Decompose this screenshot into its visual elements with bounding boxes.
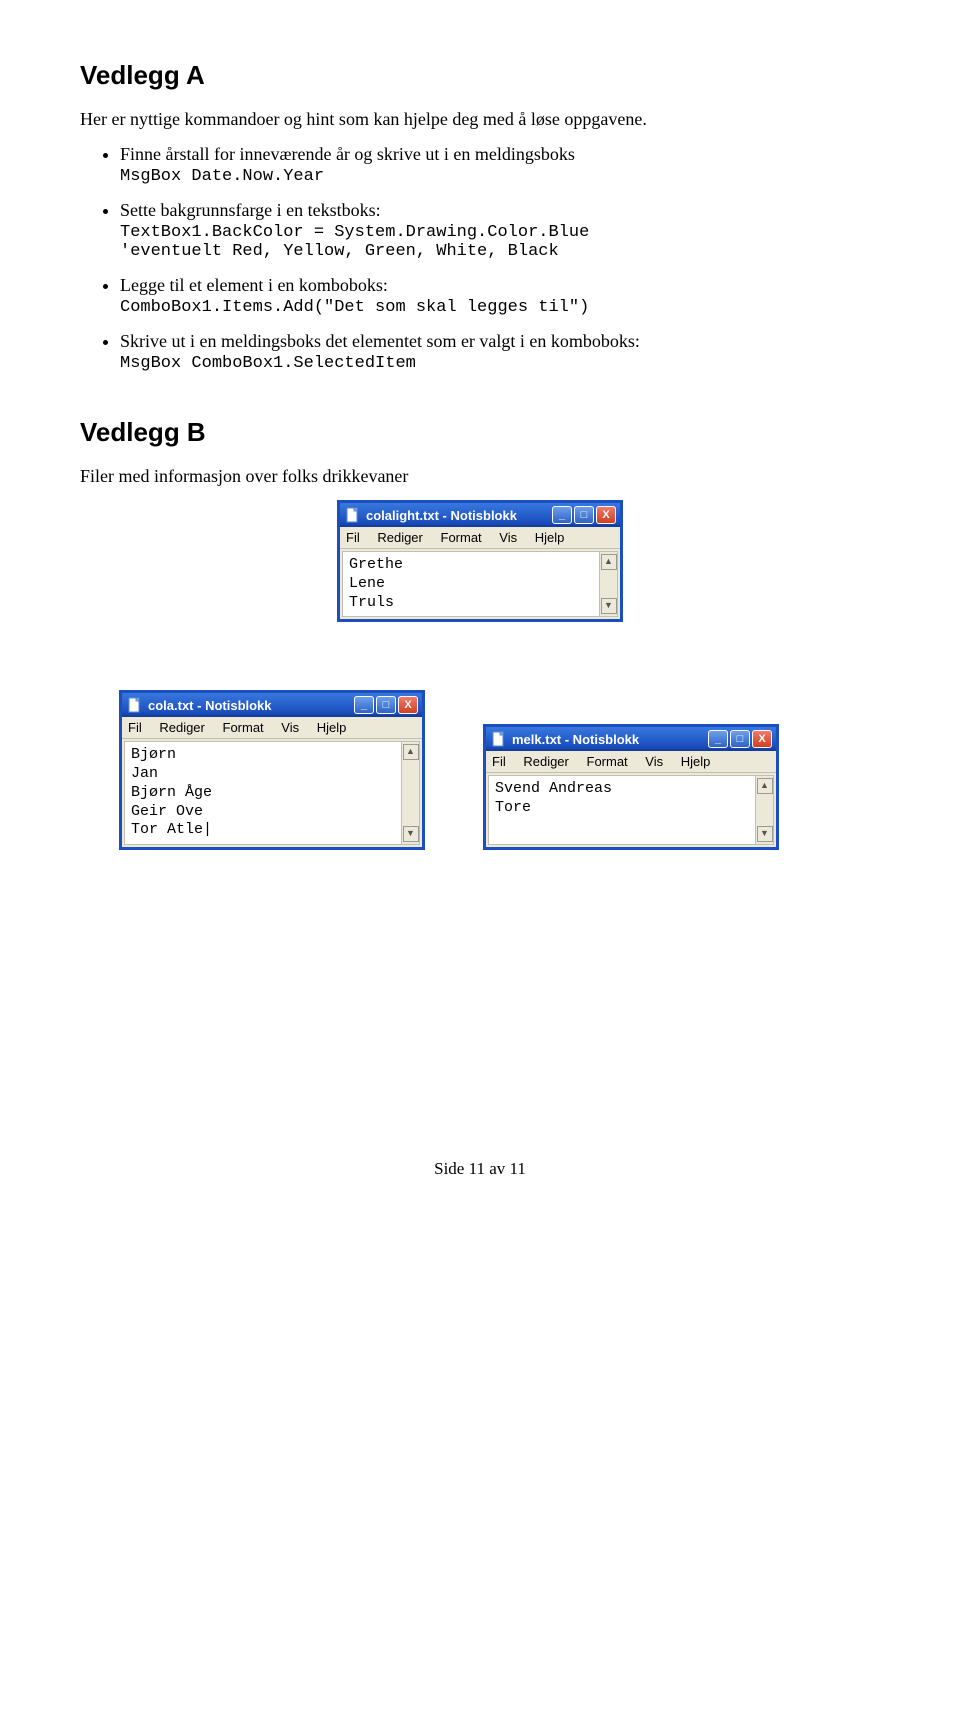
menubar[interactable]: Fil Rediger Format Vis Hjelp bbox=[486, 751, 776, 773]
menu-hjelp[interactable]: Hjelp bbox=[535, 530, 565, 545]
page: Vedlegg A Her er nyttige kommandoer og h… bbox=[0, 0, 960, 1219]
menu-format[interactable]: Format bbox=[441, 530, 482, 545]
editor-body: Svend Andreas Tore ▲ ▼ bbox=[488, 775, 774, 845]
hint-code: TextBox1.BackColor = System.Drawing.Colo… bbox=[120, 223, 880, 261]
hint-text: Skrive ut i en meldingsboks det elemente… bbox=[120, 331, 640, 351]
vedlegg-a-title: Vedlegg A bbox=[80, 60, 880, 91]
hint-text: Sette bakgrunnsfarge i en tekstboks: bbox=[120, 200, 381, 220]
hint-code: MsgBox ComboBox1.SelectedItem bbox=[120, 354, 880, 373]
editor-text[interactable]: Svend Andreas Tore bbox=[489, 776, 755, 844]
scrollbar[interactable]: ▲ ▼ bbox=[599, 552, 617, 616]
window-buttons: _ □ X bbox=[354, 696, 418, 714]
list-item: Finne årstall for inneværende år og skri… bbox=[120, 144, 880, 186]
figures: colalight.txt - Notisblokk _ □ X Fil Red… bbox=[80, 501, 880, 849]
window-title: colalight.txt - Notisblokk bbox=[366, 508, 546, 523]
hint-text: Legge til et element i en komboboks: bbox=[120, 275, 388, 295]
scroll-up-icon[interactable]: ▲ bbox=[757, 778, 773, 794]
page-footer: Side 11 av 11 bbox=[80, 1159, 880, 1179]
menu-hjelp[interactable]: Hjelp bbox=[681, 754, 711, 769]
hint-code: MsgBox Date.Now.Year bbox=[120, 167, 880, 186]
menubar[interactable]: Fil Rediger Format Vis Hjelp bbox=[340, 527, 620, 549]
menu-format[interactable]: Format bbox=[587, 754, 628, 769]
menu-rediger[interactable]: Rediger bbox=[523, 754, 569, 769]
menu-vis[interactable]: Vis bbox=[499, 530, 517, 545]
menu-format[interactable]: Format bbox=[223, 720, 264, 735]
maximize-button[interactable]: □ bbox=[730, 730, 750, 748]
window-title: melk.txt - Notisblokk bbox=[512, 732, 702, 747]
document-icon bbox=[128, 697, 142, 713]
scrollbar[interactable]: ▲ ▼ bbox=[755, 776, 773, 844]
vedlegg-b-section: Vedlegg B Filer med informasjon over fol… bbox=[80, 417, 880, 849]
document-icon bbox=[346, 507, 360, 523]
maximize-button[interactable]: □ bbox=[574, 506, 594, 524]
notepad-window-colalight[interactable]: colalight.txt - Notisblokk _ □ X Fil Red… bbox=[338, 501, 622, 621]
close-button[interactable]: X bbox=[398, 696, 418, 714]
scroll-up-icon[interactable]: ▲ bbox=[601, 554, 617, 570]
scroll-down-icon[interactable]: ▼ bbox=[757, 826, 773, 842]
vedlegg-b-title: Vedlegg B bbox=[80, 417, 880, 448]
figure-row-2: cola.txt - Notisblokk _ □ X Fil Rediger … bbox=[80, 691, 880, 849]
editor-text[interactable]: Bjørn Jan Bjørn Åge Geir Ove Tor Atle| bbox=[125, 742, 401, 844]
figure-row-1: colalight.txt - Notisblokk _ □ X Fil Red… bbox=[80, 501, 880, 621]
menu-vis[interactable]: Vis bbox=[281, 720, 299, 735]
vedlegg-b-intro: Filer med informasjon over folks drikkev… bbox=[80, 466, 880, 487]
notepad-window-cola[interactable]: cola.txt - Notisblokk _ □ X Fil Rediger … bbox=[120, 691, 424, 849]
minimize-button[interactable]: _ bbox=[354, 696, 374, 714]
list-item: Skrive ut i en meldingsboks det elemente… bbox=[120, 331, 880, 373]
titlebar[interactable]: colalight.txt - Notisblokk _ □ X bbox=[340, 503, 620, 527]
menu-fil[interactable]: Fil bbox=[492, 754, 506, 769]
list-item: Legge til et element i en komboboks: Com… bbox=[120, 275, 880, 317]
menubar[interactable]: Fil Rediger Format Vis Hjelp bbox=[122, 717, 422, 739]
scroll-down-icon[interactable]: ▼ bbox=[601, 598, 617, 614]
titlebar[interactable]: cola.txt - Notisblokk _ □ X bbox=[122, 693, 422, 717]
vedlegg-a-intro: Her er nyttige kommandoer og hint som ka… bbox=[80, 109, 880, 130]
menu-vis[interactable]: Vis bbox=[645, 754, 663, 769]
list-item: Sette bakgrunnsfarge i en tekstboks: Tex… bbox=[120, 200, 880, 261]
hints-list: Finne årstall for inneværende år og skri… bbox=[80, 144, 880, 373]
window-title: cola.txt - Notisblokk bbox=[148, 698, 348, 713]
menu-fil[interactable]: Fil bbox=[128, 720, 142, 735]
window-buttons: _ □ X bbox=[708, 730, 772, 748]
minimize-button[interactable]: _ bbox=[552, 506, 572, 524]
editor-body: Grethe Lene Truls ▲ ▼ bbox=[342, 551, 618, 617]
close-button[interactable]: X bbox=[596, 506, 616, 524]
editor-body: Bjørn Jan Bjørn Åge Geir Ove Tor Atle| ▲… bbox=[124, 741, 420, 845]
document-icon bbox=[492, 731, 506, 747]
scrollbar[interactable]: ▲ ▼ bbox=[401, 742, 419, 844]
menu-rediger[interactable]: Rediger bbox=[159, 720, 205, 735]
titlebar[interactable]: melk.txt - Notisblokk _ □ X bbox=[486, 727, 776, 751]
hint-code: ComboBox1.Items.Add("Det som skal legges… bbox=[120, 298, 880, 317]
close-button[interactable]: X bbox=[752, 730, 772, 748]
minimize-button[interactable]: _ bbox=[708, 730, 728, 748]
notepad-window-melk[interactable]: melk.txt - Notisblokk _ □ X Fil Rediger … bbox=[484, 725, 778, 849]
menu-rediger[interactable]: Rediger bbox=[377, 530, 423, 545]
window-buttons: _ □ X bbox=[552, 506, 616, 524]
hint-text: Finne årstall for inneværende år og skri… bbox=[120, 144, 575, 164]
menu-fil[interactable]: Fil bbox=[346, 530, 360, 545]
maximize-button[interactable]: □ bbox=[376, 696, 396, 714]
menu-hjelp[interactable]: Hjelp bbox=[317, 720, 347, 735]
editor-text[interactable]: Grethe Lene Truls bbox=[343, 552, 599, 616]
scroll-down-icon[interactable]: ▼ bbox=[403, 826, 419, 842]
scroll-up-icon[interactable]: ▲ bbox=[403, 744, 419, 760]
